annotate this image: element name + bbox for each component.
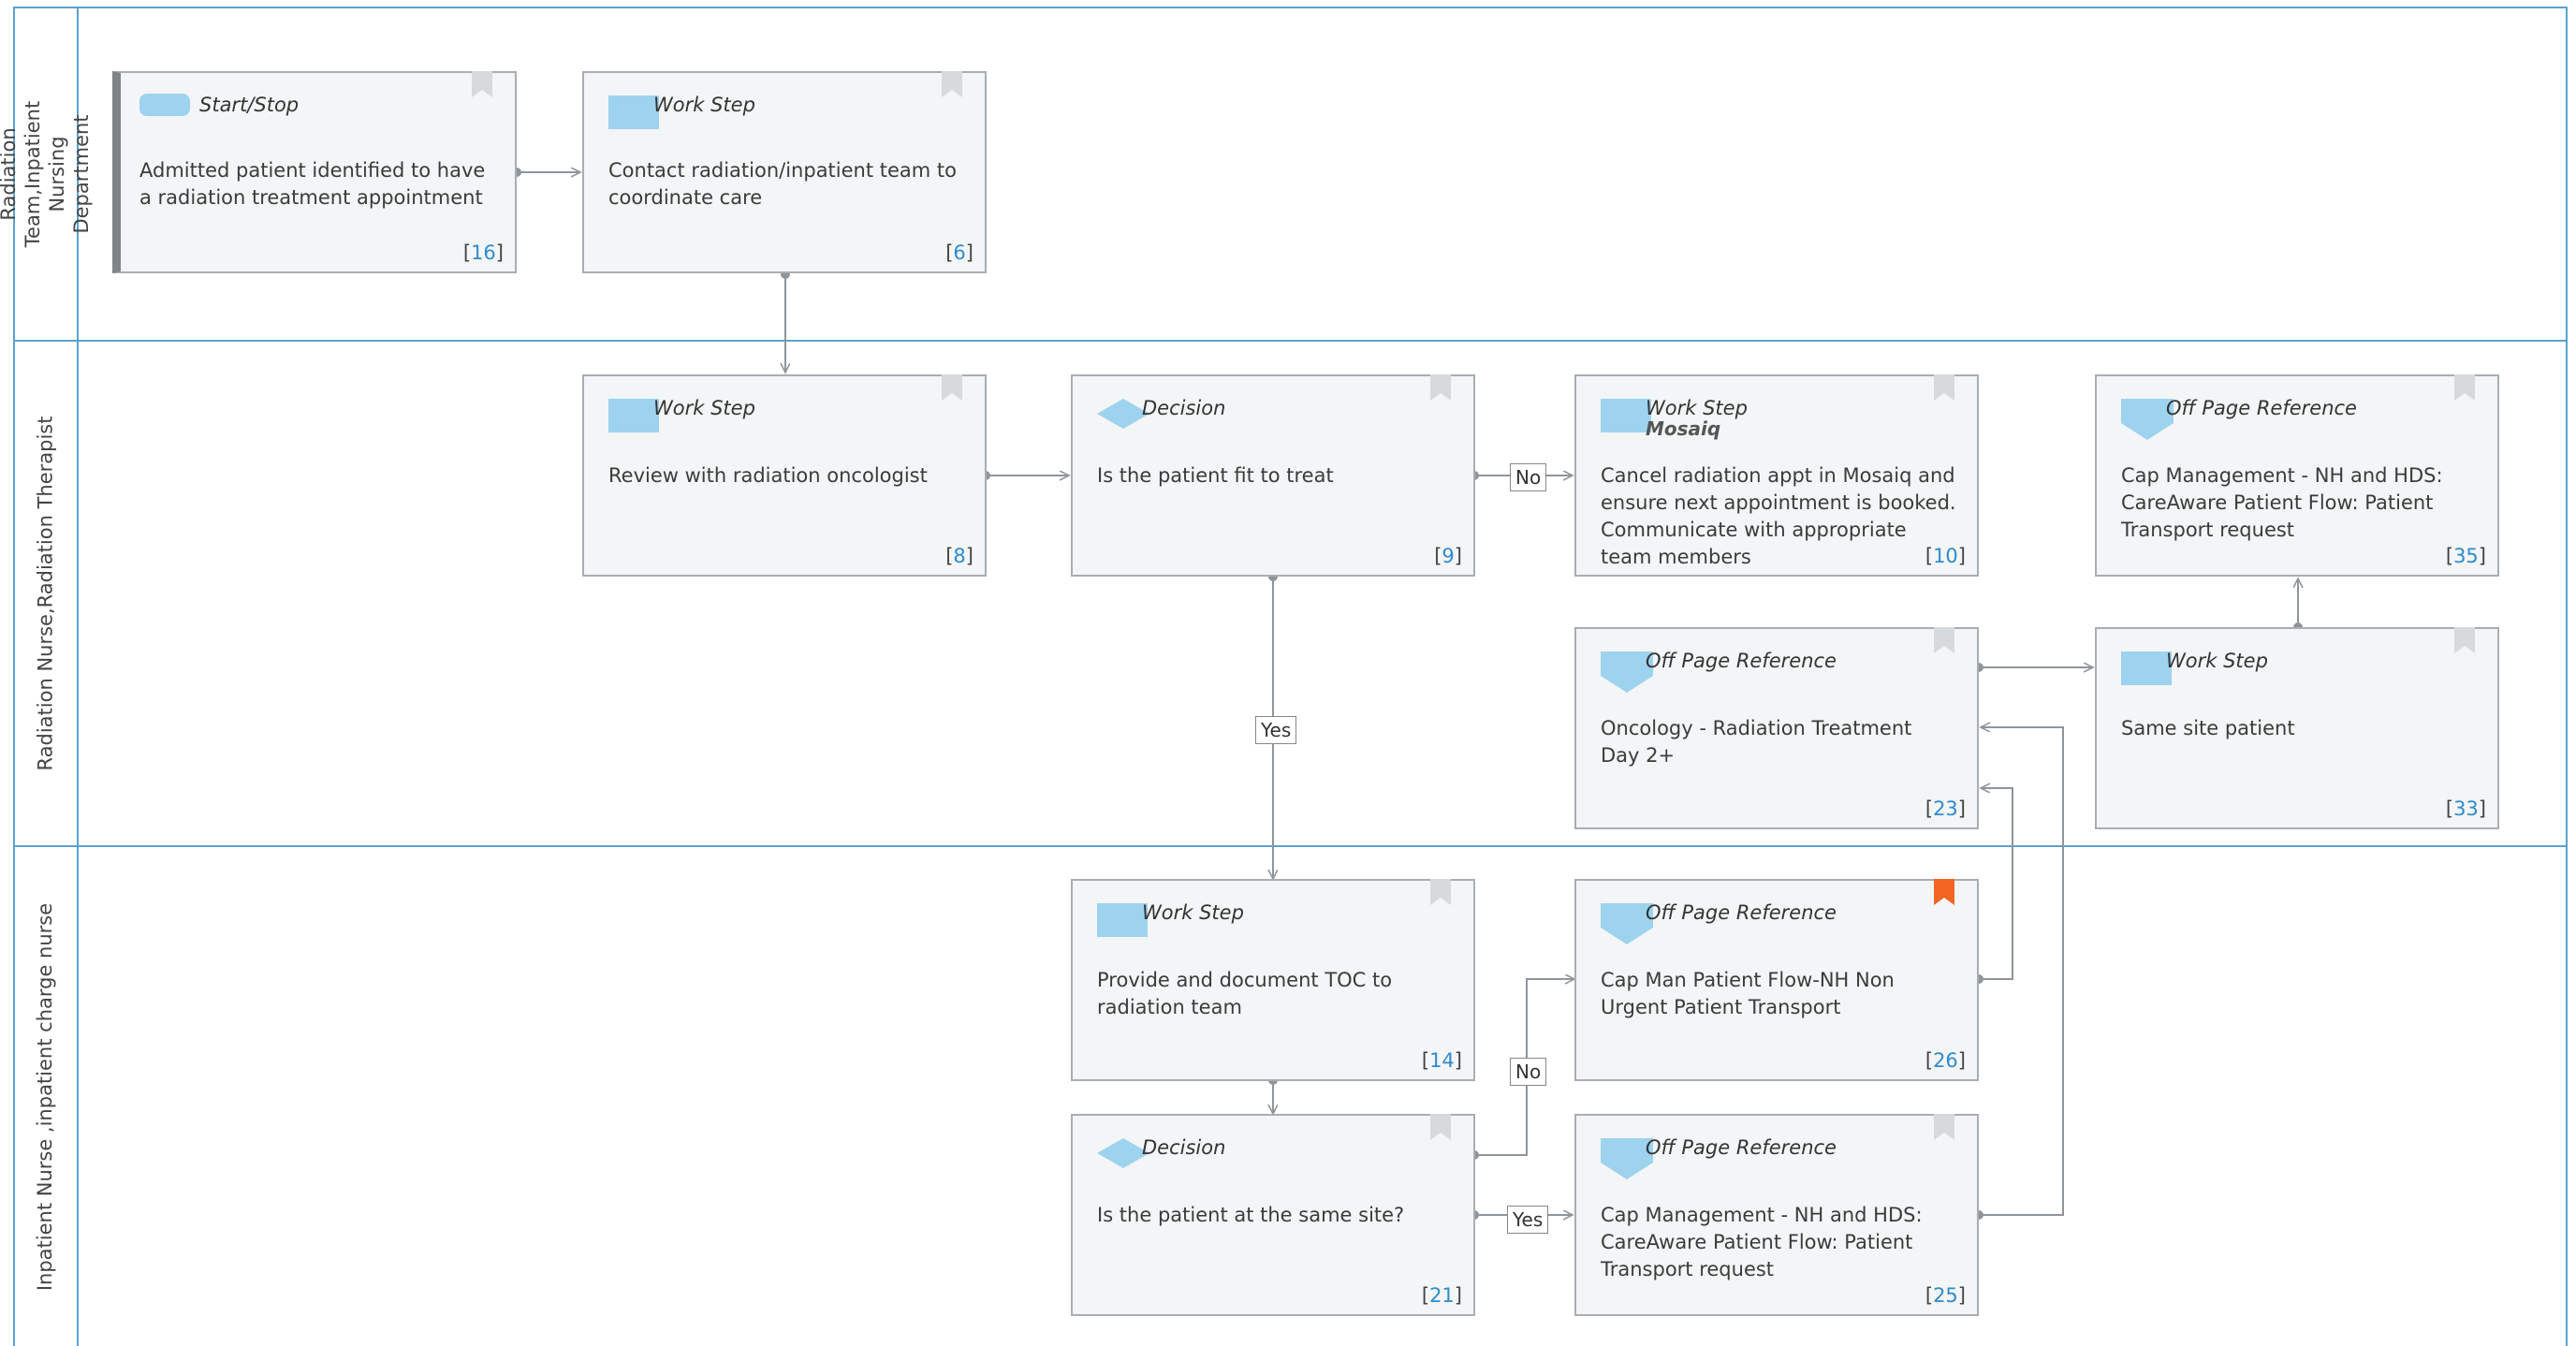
- bookmark-icon[interactable]: [2454, 627, 2475, 653]
- flow-step-21[interactable]: Decision Is the patient at the same site…: [1071, 1114, 1475, 1316]
- flow-step-23[interactable]: Off Page Reference Oncology - Radiation …: [1574, 627, 1979, 829]
- step-ref[interactable]: [33]: [2446, 797, 2486, 820]
- step-type: Start/Stop: [199, 94, 300, 116]
- work-step-icon: [2121, 651, 2172, 685]
- bookmark-icon[interactable]: [1934, 1114, 1954, 1140]
- step-type: Decision: [1142, 397, 1226, 419]
- step-description: Cap Management - NH and HDS: CareAware P…: [1601, 1204, 1923, 1280]
- bookmark-icon[interactable]: [2454, 374, 2475, 401]
- step-type: Work Step: [1142, 901, 1244, 924]
- bookmark-icon[interactable]: [942, 71, 962, 97]
- flow-step-26[interactable]: Off Page Reference Cap Man Patient Flow-…: [1574, 879, 1979, 1081]
- step-type: Work Step Mosaiq: [1646, 397, 1748, 440]
- step-ref[interactable]: [21]: [1422, 1284, 1462, 1307]
- connector-label-yes: Yes: [1507, 1206, 1549, 1234]
- step-type: Off Page Reference: [1646, 650, 1837, 672]
- step-description: Provide and document TOC to radiation te…: [1097, 969, 1393, 1018]
- flow-step-33[interactable]: Work Step Same site patient [33]: [2095, 627, 2499, 829]
- step-ref[interactable]: [10]: [1925, 545, 1966, 567]
- step-description: Cap Management - NH and HDS: CareAware P…: [2121, 464, 2443, 541]
- connector-25-to-23: [1979, 727, 2064, 1216]
- step-ref[interactable]: [16]: [463, 241, 504, 264]
- step-type: Decision: [1142, 1136, 1226, 1159]
- flow-step-9[interactable]: Decision Is the patient fit to treat [9]: [1071, 374, 1475, 577]
- flow-step-14[interactable]: Work Step Provide and document TOC to ra…: [1071, 879, 1475, 1081]
- step-type: Off Page Reference: [2166, 397, 2357, 419]
- connector-label-yes: Yes: [1255, 716, 1297, 744]
- bookmark-icon[interactable]: [942, 374, 962, 401]
- step-description: Contact radiation/inpatient team to coor…: [608, 159, 958, 209]
- bookmark-icon[interactable]: [1934, 627, 1954, 653]
- step-description: Same site patient: [2121, 717, 2295, 739]
- bookmark-icon[interactable]: [472, 71, 492, 97]
- step-description: Cancel radiation appt in Mosaiq and ensu…: [1601, 464, 1956, 568]
- step-system: Mosaiq: [1646, 417, 1721, 440]
- flow-step-6[interactable]: Work Step Contact radiation/inpatient te…: [582, 71, 987, 273]
- step-ref[interactable]: [23]: [1925, 797, 1966, 820]
- flow-step-16[interactable]: Start/Stop Admitted patient identified t…: [112, 71, 517, 273]
- step-ref[interactable]: [9]: [1434, 545, 1462, 567]
- step-description: Review with radiation oncologist: [608, 464, 928, 487]
- step-description: Admitted patient identified to have a ra…: [139, 159, 486, 209]
- step-description: Oncology - Radiation Treatment Day 2+: [1601, 717, 1912, 767]
- step-ref[interactable]: [8]: [945, 545, 973, 567]
- work-step-icon: [608, 95, 659, 129]
- step-ref[interactable]: [35]: [2446, 545, 2486, 567]
- step-ref[interactable]: [26]: [1925, 1049, 1966, 1072]
- bookmark-icon[interactable]: [1934, 374, 1954, 401]
- step-ref[interactable]: [14]: [1422, 1049, 1462, 1072]
- work-step-icon: [1097, 903, 1148, 937]
- connector-label-no: No: [1510, 1058, 1547, 1086]
- work-step-icon: [608, 399, 659, 432]
- connector-26-to-23: [1979, 788, 2013, 980]
- bookmark-icon[interactable]: [1430, 374, 1451, 401]
- flow-step-8[interactable]: Work Step Review with radiation oncologi…: [582, 374, 987, 577]
- step-description: Is the patient fit to treat: [1097, 464, 1334, 487]
- step-type: Off Page Reference: [1646, 1136, 1837, 1159]
- bookmark-icon[interactable]: [1430, 879, 1451, 905]
- step-type: Work Step: [653, 397, 755, 419]
- step-type: Work Step: [653, 94, 755, 116]
- step-description: Cap Man Patient Flow-NH Non Urgent Patie…: [1601, 969, 1895, 1018]
- step-description: Is the patient at the same site?: [1097, 1204, 1405, 1226]
- start-stop-icon: [139, 94, 190, 116]
- bookmark-icon[interactable]: [1934, 879, 1954, 905]
- bookmark-icon[interactable]: [1430, 1114, 1451, 1140]
- step-ref[interactable]: [6]: [945, 241, 973, 264]
- step-type: Off Page Reference: [1646, 901, 1837, 924]
- connector-label-no: No: [1510, 463, 1547, 491]
- flow-step-10[interactable]: Work Step Mosaiq Cancel radiation appt in…: [1574, 374, 1979, 577]
- work-step-icon: [1601, 399, 1651, 432]
- step-ref[interactable]: [25]: [1925, 1284, 1966, 1307]
- flow-step-25[interactable]: Off Page Reference Cap Management - NH a…: [1574, 1114, 1979, 1316]
- flow-step-35[interactable]: Off Page Reference Cap Management - NH a…: [2095, 374, 2499, 577]
- step-type: Work Step: [2166, 650, 2268, 672]
